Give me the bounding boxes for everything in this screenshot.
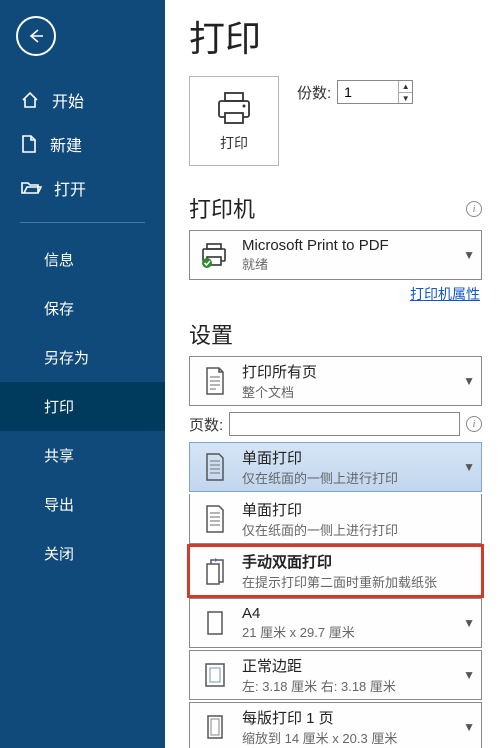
pages-label: 页数: bbox=[189, 414, 223, 435]
nav-label: 新建 bbox=[50, 132, 82, 156]
home-icon bbox=[20, 90, 40, 110]
page-single-icon bbox=[198, 452, 232, 482]
print-button-label: 打印 bbox=[220, 133, 248, 153]
printer-section-title: 打印机 bbox=[189, 192, 255, 224]
printer-name: Microsoft Print to PDF bbox=[242, 237, 453, 254]
page-single-icon bbox=[198, 504, 232, 534]
subnav-save[interactable]: 保存 bbox=[0, 284, 165, 333]
printer-icon bbox=[213, 89, 255, 127]
subnav-share[interactable]: 共享 bbox=[0, 431, 165, 480]
sheet-icon bbox=[198, 713, 232, 741]
pages-input[interactable] bbox=[229, 412, 460, 436]
copies-input[interactable] bbox=[338, 81, 398, 103]
paper-icon bbox=[198, 609, 232, 637]
chevron-down-icon: ▼ bbox=[463, 616, 475, 630]
duplex-option-single[interactable]: 单面打印 仅在纸面的一侧上进行打印 bbox=[189, 494, 482, 544]
settings-section-title: 设置 bbox=[189, 318, 482, 350]
copies-spinner[interactable]: ▲▼ bbox=[398, 81, 412, 103]
chevron-down-icon: ▼ bbox=[463, 720, 475, 734]
subnav-info[interactable]: 信息 bbox=[0, 235, 165, 284]
nav-home[interactable]: 开始 bbox=[0, 78, 165, 122]
file-icon bbox=[20, 134, 38, 154]
nav-new[interactable]: 新建 bbox=[0, 122, 165, 166]
nav-separator bbox=[20, 222, 145, 223]
duplex-option-manual[interactable]: 手动双面打印 在提示打印第二面时重新加载纸张 bbox=[189, 546, 482, 596]
nav-label: 打开 bbox=[54, 176, 86, 200]
chevron-down-icon: ▼ bbox=[463, 248, 475, 262]
back-arrow-icon bbox=[26, 26, 46, 46]
page-icon bbox=[198, 366, 232, 396]
printer-status: 就绪 bbox=[242, 254, 453, 273]
print-panel: 打印 打印 份数: ▲▼ 打印机 i Microsoft Print bbox=[165, 0, 500, 748]
printer-selector[interactable]: Microsoft Print to PDF 就绪 ▼ bbox=[189, 230, 482, 280]
subnav-saveas[interactable]: 另存为 bbox=[0, 333, 165, 382]
chevron-down-icon: ▼ bbox=[463, 374, 475, 388]
folder-icon bbox=[20, 179, 42, 197]
printer-properties-link[interactable]: 打印机属性 bbox=[189, 284, 480, 304]
paper-selector[interactable]: A4 21 厘米 x 29.7 厘米 ▼ bbox=[189, 598, 482, 648]
print-button[interactable]: 打印 bbox=[189, 76, 279, 166]
copies-label: 份数: bbox=[297, 82, 331, 103]
nav-label: 开始 bbox=[52, 88, 84, 112]
page-title: 打印 bbox=[189, 10, 482, 62]
nav-open[interactable]: 打开 bbox=[0, 166, 165, 210]
page-duplex-icon bbox=[198, 556, 232, 586]
info-icon[interactable]: i bbox=[466, 416, 482, 432]
subnav-close[interactable]: 关闭 bbox=[0, 529, 165, 578]
sheets-per-page-selector[interactable]: 每版打印 1 页 缩放到 14 厘米 x 20.3 厘米 ▼ bbox=[189, 702, 482, 748]
subnav-print[interactable]: 打印 bbox=[0, 382, 165, 431]
margins-selector[interactable]: 正常边距 左: 3.18 厘米 右: 3.18 厘米 ▼ bbox=[189, 650, 482, 700]
info-icon[interactable]: i bbox=[466, 201, 482, 217]
back-button[interactable] bbox=[16, 16, 56, 56]
duplex-selector[interactable]: 单面打印 仅在纸面的一侧上进行打印 ▼ bbox=[189, 442, 482, 492]
backstage-sidebar: 开始 新建 打开 信息 保存 另存为 打印 共享 导出 关闭 bbox=[0, 0, 165, 748]
margins-icon bbox=[198, 661, 232, 689]
chevron-down-icon: ▼ bbox=[463, 668, 475, 682]
printer-status-icon bbox=[198, 241, 232, 269]
print-scope-selector[interactable]: 打印所有页 整个文档 ▼ bbox=[189, 356, 482, 406]
chevron-down-icon: ▼ bbox=[463, 460, 475, 474]
subnav-export[interactable]: 导出 bbox=[0, 480, 165, 529]
